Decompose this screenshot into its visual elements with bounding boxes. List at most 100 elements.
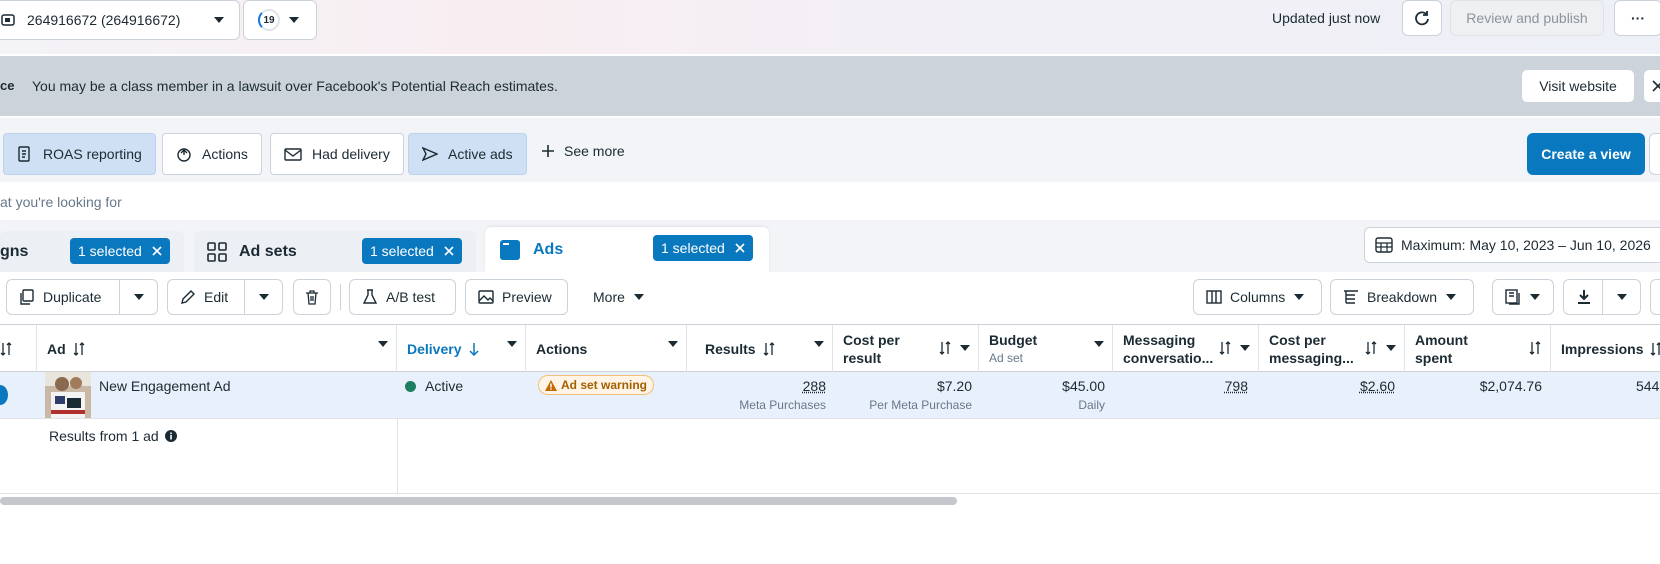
sort-icon[interactable]	[1218, 341, 1250, 355]
header-label-line2: conversatio...	[1123, 349, 1214, 366]
ad-set-warning-badge[interactable]: Ad set warning	[538, 375, 655, 395]
see-more-label: See more	[564, 143, 625, 159]
close-icon[interactable]	[444, 246, 454, 256]
column-header-edge[interactable]	[0, 325, 37, 372]
chevron-down-icon[interactable]	[507, 341, 517, 348]
create-view-dropdown[interactable]	[1649, 133, 1660, 175]
ab-test-label: A/B test	[386, 289, 436, 305]
chevron-down-icon[interactable]	[814, 341, 824, 348]
sort-icon[interactable]	[1528, 341, 1542, 355]
view-roas-reporting[interactable]: ROAS reporting	[3, 133, 156, 175]
toolbar-divider	[340, 284, 341, 310]
sort-icon	[72, 341, 86, 356]
chevron-down-icon[interactable]	[1094, 341, 1104, 348]
review-publish-button[interactable]: Review and publish	[1450, 0, 1604, 36]
create-view-button[interactable]: Create a view	[1527, 133, 1645, 175]
sort-icon[interactable]	[1364, 341, 1396, 355]
column-header-ad[interactable]: Ad	[37, 325, 397, 372]
delete-button[interactable]	[293, 279, 331, 315]
account-selector[interactable]: 264916672 (264916672)	[0, 0, 240, 40]
cost-per-messaging-value[interactable]: $2.60	[1360, 378, 1395, 394]
info-icon[interactable]	[164, 430, 177, 442]
tab-ad-sets[interactable]: Ad sets 1 selected	[194, 231, 476, 272]
header-label: Results	[705, 340, 756, 357]
account-icon	[1, 12, 17, 28]
notice-close-button[interactable]	[1643, 69, 1660, 103]
column-header-amount-spent[interactable]: Amount spent	[1405, 325, 1551, 372]
tab-ads[interactable]: Ads 1 selected	[485, 227, 769, 272]
column-header-actions[interactable]: Actions	[526, 325, 687, 372]
grid-icon	[207, 241, 227, 262]
sort-icon	[1649, 341, 1660, 356]
duplicate-icon	[19, 289, 35, 305]
sort-icon[interactable]	[938, 341, 970, 355]
budget-period: Daily	[1078, 398, 1105, 412]
header-label-line2: spent	[1415, 349, 1453, 366]
visit-website-button[interactable]: Visit website	[1521, 69, 1635, 103]
campaigns-selected-pill[interactable]: 1 selected	[70, 238, 170, 264]
more-options-button[interactable]: ···	[1614, 0, 1660, 36]
breakdown-button[interactable]: Breakdown	[1330, 279, 1474, 315]
breakdown-icon	[1343, 289, 1359, 305]
view-label: Actions	[202, 146, 248, 162]
export-button[interactable]	[1563, 279, 1641, 315]
chevron-down-icon[interactable]	[668, 341, 678, 348]
search-input[interactable]: at you're looking for	[0, 184, 1660, 218]
adsets-selected-pill[interactable]: 1 selected	[362, 238, 462, 264]
edit-button[interactable]: Edit	[167, 279, 283, 315]
selected-count: 1 selected	[78, 243, 142, 259]
column-header-budget[interactable]: Budget Ad set	[979, 325, 1113, 372]
report-icon	[17, 146, 33, 162]
more-icon: ···	[1631, 10, 1645, 26]
chevron-down-icon[interactable]	[133, 293, 145, 301]
column-header-cost-per-messaging[interactable]: Cost per messaging...	[1259, 325, 1405, 372]
trash-icon	[304, 289, 320, 305]
close-icon[interactable]	[152, 246, 162, 256]
see-more-button[interactable]: See more	[542, 143, 625, 159]
preview-button[interactable]: Preview	[465, 279, 568, 315]
tab-label: Ads	[533, 240, 564, 258]
view-had-delivery[interactable]: Had delivery	[270, 133, 404, 175]
budget-value[interactable]: $45.00	[1062, 378, 1105, 394]
chevron-down-icon	[1529, 293, 1541, 301]
envelope-icon	[284, 146, 302, 162]
results-value[interactable]: 288	[803, 378, 826, 394]
chevron-down-icon[interactable]	[378, 341, 388, 348]
reports-button[interactable]	[1492, 279, 1554, 315]
search-placeholder: at you're looking for	[0, 194, 122, 210]
active-status-dot	[405, 381, 416, 392]
table-row[interactable]	[0, 372, 1660, 419]
ab-test-button[interactable]: A/B test	[349, 279, 456, 315]
ads-selected-pill[interactable]: 1 selected	[653, 235, 753, 261]
close-icon[interactable]	[735, 243, 745, 253]
columns-button[interactable]: Columns	[1193, 279, 1322, 315]
header-label-line2: result	[843, 349, 882, 366]
ad-name-link[interactable]: New Engagement Ad	[99, 378, 231, 394]
review-publish-label: Review and publish	[1466, 10, 1588, 26]
column-header-impressions[interactable]: Impressions	[1551, 325, 1660, 372]
column-header-cost-per-result[interactable]: Cost per result	[833, 325, 979, 372]
create-view-label: Create a view	[1541, 146, 1631, 162]
more-button[interactable]: More	[580, 279, 668, 315]
chevron-down-icon	[213, 16, 225, 24]
tab-campaigns[interactable]: gns 1 selected	[0, 231, 184, 272]
refresh-button[interactable]	[1402, 0, 1442, 36]
chevron-down-icon[interactable]	[1616, 293, 1628, 301]
ad-icon	[499, 239, 521, 261]
date-range-picker[interactable]: Maximum: May 10, 2023 – Jun 10, 2026	[1364, 227, 1660, 263]
arrow-down-icon	[469, 342, 480, 356]
view-actions[interactable]: Actions	[162, 133, 262, 175]
progress-indicator[interactable]: 19	[243, 0, 317, 40]
column-header-results[interactable]: Results	[687, 325, 833, 372]
view-active-ads[interactable]: Active ads	[408, 133, 527, 175]
duplicate-button[interactable]: Duplicate	[6, 279, 158, 315]
send-icon	[422, 146, 438, 162]
view-label: ROAS reporting	[43, 146, 142, 162]
ad-thumbnail[interactable]	[45, 372, 91, 418]
messaging-value[interactable]: 798	[1225, 378, 1248, 394]
column-header-delivery[interactable]: Delivery	[397, 325, 526, 372]
horizontal-scrollbar[interactable]	[0, 497, 957, 505]
toolbar-overflow[interactable]	[1650, 279, 1660, 315]
column-header-messaging[interactable]: Messaging conversatio...	[1113, 325, 1259, 372]
chevron-down-icon[interactable]	[258, 293, 270, 301]
